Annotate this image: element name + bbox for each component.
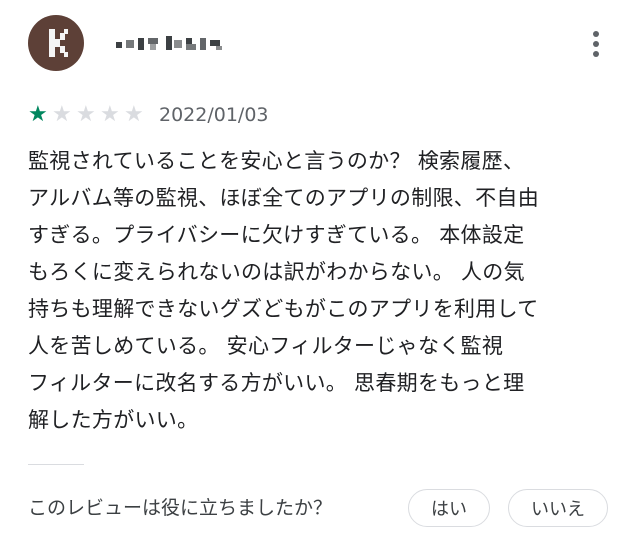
helpful-question: このレビューは役に立ちましたか？	[28, 497, 333, 519]
review-text: 監視されていることを安心と言うのか？ 検索履歴、 アルバム等の監視、ほぼ全てのア…	[28, 149, 539, 432]
avatar	[28, 15, 84, 71]
divider	[28, 464, 84, 465]
review-date: 2022/01/03	[159, 104, 269, 126]
more-vert-icon[interactable]	[584, 24, 608, 64]
author-name-pixelated	[116, 30, 228, 54]
helpful-yes-button[interactable]: はい	[408, 489, 490, 527]
star-icon-empty: ★	[124, 102, 144, 127]
star-icon-filled: ★	[28, 102, 48, 127]
star-icon-empty: ★	[76, 102, 96, 127]
helpful-no-button[interactable]: いいえ	[508, 489, 608, 527]
star-icon-empty: ★	[100, 102, 120, 127]
review-header	[0, 0, 640, 90]
rating-row: ★ ★ ★ ★ ★ 2022/01/03	[28, 102, 628, 128]
star-icon-empty: ★	[52, 102, 72, 127]
